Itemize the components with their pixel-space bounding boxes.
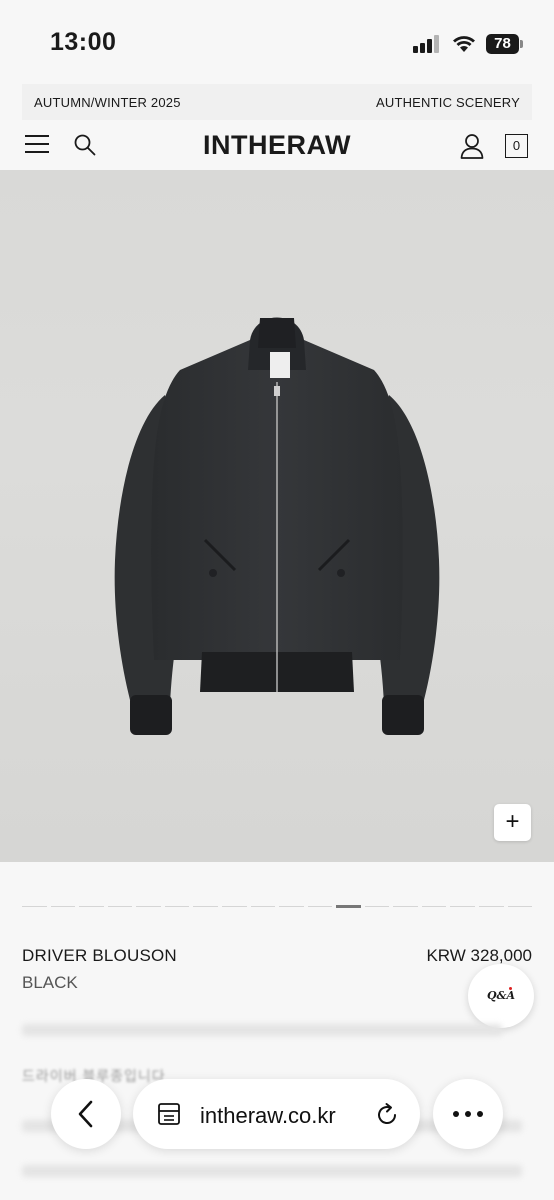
gallery-dot[interactable] [479,906,504,907]
address-bar[interactable]: intheraw.co.kr [133,1079,420,1149]
wifi-icon [453,36,475,52]
more-button[interactable] [433,1079,503,1149]
status-bar: 13:00 78 [0,0,554,80]
site-header: INTHERAW 0 [0,120,554,170]
plus-icon: + [505,808,520,835]
gallery-dot[interactable] [50,906,76,907]
qa-button[interactable]: Q&A [468,964,534,1028]
cellular-signal-icon [413,35,443,53]
status-time: 13:00 [50,28,117,56]
product-name: DRIVER BLOUSON [22,946,177,965]
cart-icon[interactable]: 0 [505,134,528,158]
gallery-dot[interactable] [193,906,218,907]
blurred-content [22,1024,502,1036]
gallery-indicator[interactable] [22,905,533,908]
battery-level: 78 [486,34,519,54]
gallery-dot[interactable] [22,906,47,907]
menu-icon[interactable] [25,135,49,153]
gallery-dot[interactable] [79,906,104,907]
product-image[interactable]: + [0,170,554,862]
search-icon[interactable] [73,133,97,157]
gallery-dot[interactable] [450,906,475,907]
product-price: KRW 328,000 [426,946,532,965]
qa-label: Q&A [486,989,516,1002]
gallery-dot[interactable] [250,906,276,907]
user-icon[interactable] [460,133,484,159]
gallery-dot[interactable] [421,906,447,907]
announcement-left: AUTUMN/WINTER 2025 [34,94,181,110]
gallery-dot[interactable] [279,906,304,907]
gallery-dot[interactable] [164,906,190,907]
reload-icon[interactable] [374,1102,400,1128]
tabs-icon[interactable] [158,1103,180,1125]
battery-icon: 78 [486,34,524,54]
more-icon [453,1111,483,1117]
gallery-dot[interactable] [507,906,533,907]
gallery-dot[interactable] [107,906,133,907]
back-icon [78,1100,93,1128]
qa-dot [509,987,512,990]
blurred-content [22,1165,522,1177]
jacket-image [114,317,440,735]
announcement-right: AUTHENTIC SCENERY [375,94,520,110]
product-color: BLACK [22,973,78,992]
zoom-button[interactable]: + [494,804,531,841]
gallery-dot[interactable] [136,906,161,907]
browser-toolbar: intheraw.co.kr [0,1074,554,1154]
gallery-dot[interactable] [221,906,247,907]
announcement-bar[interactable]: AUTUMN/WINTER 2025 AUTHENTIC SCENERY [22,84,532,120]
gallery-dot[interactable] [364,906,390,907]
gallery-dot[interactable] [336,905,361,908]
gallery-dot[interactable] [393,906,418,907]
back-button[interactable] [51,1079,121,1149]
gallery-dot[interactable] [307,906,333,907]
url-text[interactable]: intheraw.co.kr [200,1103,336,1129]
